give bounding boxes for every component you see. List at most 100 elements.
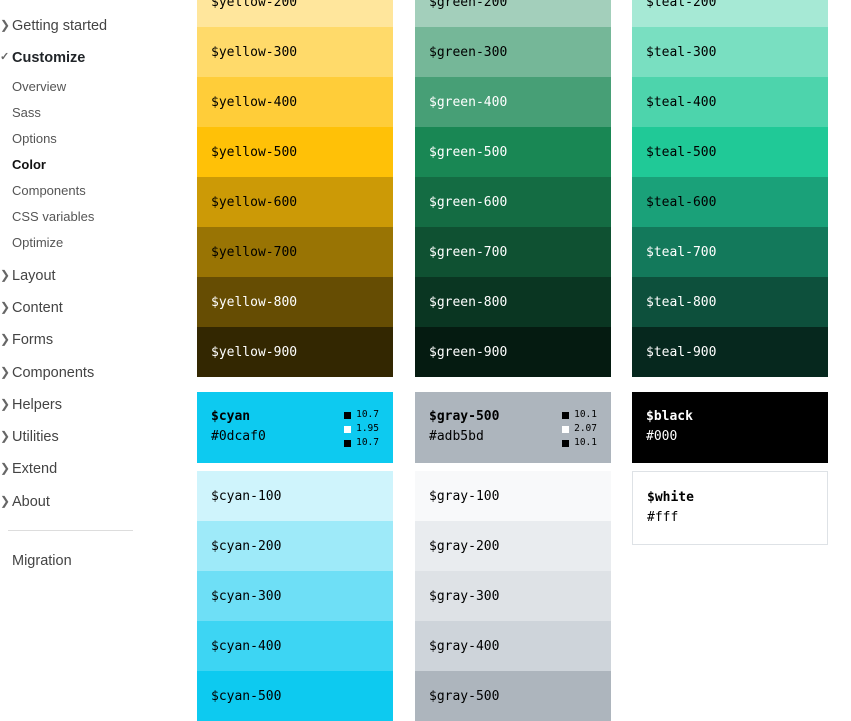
color-swatch: $cyan-400: [197, 621, 393, 671]
sidebar-group-label: Content: [12, 300, 63, 316]
color-swatch: $yellow-400: [197, 77, 393, 127]
sidebar-group-label: About: [12, 494, 50, 510]
sidebar-item-components[interactable]: Components: [12, 183, 86, 198]
color-swatch: $yellow-600: [197, 177, 393, 227]
color-swatch: $yellow-200: [197, 0, 393, 27]
color-swatch: $green-200: [415, 0, 611, 27]
sidebar-group-label: Forms: [12, 332, 54, 348]
white-square-icon: [562, 425, 570, 433]
contrast-value: 1.95: [356, 423, 379, 434]
color-swatch: $yellow-700: [197, 227, 393, 277]
white-name: $white: [647, 490, 694, 505]
sidebar-item-css-variables[interactable]: CSS variables: [12, 209, 94, 224]
swatch-column: $teal-200 $teal-300 $teal-400 $teal-500 $tea…: [632, 0, 828, 377]
color-swatch: $teal-200: [632, 0, 828, 27]
color-swatch: $green-500: [415, 127, 611, 177]
white-hex: #fff: [647, 510, 679, 525]
color-swatch: $teal-500: [632, 127, 828, 177]
color-swatch: $green-800: [415, 277, 611, 327]
color-swatch: $green-300: [415, 27, 611, 77]
sidebar-group-components[interactable]: ❯ Components: [0, 365, 95, 381]
color-swatch: $green-900: [415, 327, 611, 377]
color-swatch: $teal-800: [632, 277, 828, 327]
sidebar-item-optimize[interactable]: Optimize: [12, 235, 63, 250]
color-swatch: $green-600: [415, 177, 611, 227]
color-swatch: $yellow-800: [197, 277, 393, 327]
color-swatch: $gray-200: [415, 521, 611, 571]
color-swatch: $teal-600: [632, 177, 828, 227]
swatch-column: $yellow-200 $yellow-300 $yellow-400 $yellow…: [197, 0, 393, 377]
sidebar-group-label: Getting started: [12, 18, 108, 34]
sidebar-item-sass[interactable]: Sass: [12, 105, 41, 120]
contrast-ratio: 10.1: [562, 408, 597, 422]
color-swatch: $yellow-900: [197, 327, 393, 377]
sidebar-group-content[interactable]: ❯ Content: [0, 300, 63, 316]
sidebar-group-label: Utilities: [12, 429, 59, 445]
gray-scale: $gray-100 $gray-200 $gray-300 $gray-400 $gra…: [415, 471, 611, 721]
contrast-value: 10.1: [574, 409, 597, 420]
contrast-ratio: 10.7: [344, 436, 379, 450]
chevron-right-icon: ❯: [0, 429, 11, 443]
color-swatch: $gray-300: [415, 571, 611, 621]
color-swatch: $yellow-500: [197, 127, 393, 177]
contrast-ratio: 10.1: [562, 436, 597, 450]
chevron-right-icon: ❯: [0, 397, 11, 411]
color-swatch: $cyan-100: [197, 471, 393, 521]
black-hex: #000: [646, 429, 678, 444]
sidebar-group-layout[interactable]: ❯ Layout: [0, 268, 56, 284]
sidebar-group-forms[interactable]: ❯ Forms: [0, 332, 54, 348]
color-swatch: $gray-500: [415, 671, 611, 721]
swatch-column: $green-200 $green-300 $green-400 $green-500…: [415, 0, 611, 377]
chevron-right-icon: ❯: [0, 332, 11, 346]
sidebar-group-label: Customize: [12, 50, 86, 66]
color-swatch: $teal-300: [632, 27, 828, 77]
contrast-ratio: 2.07: [562, 422, 597, 436]
sidebar-group-customize[interactable]: ✓ Customize: [0, 50, 86, 66]
chevron-down-icon: ✓: [0, 51, 10, 63]
sidebar-item-overview[interactable]: Overview: [12, 79, 66, 94]
color-swatch: $teal-900: [632, 327, 828, 377]
color-swatch: $teal-700: [632, 227, 828, 277]
contrast-value: 10.7: [356, 437, 379, 448]
sidebar-group-label: Helpers: [12, 397, 62, 413]
sidebar-item-options[interactable]: Options: [12, 131, 57, 146]
contrast-value: 2.07: [574, 423, 597, 434]
gray-card: $gray-500 #adb5bd 10.1 2.07 10.1: [415, 392, 611, 463]
color-swatch: $green-400: [415, 77, 611, 127]
color-swatch: $cyan-500: [197, 671, 393, 721]
sidebar-group-label: Components: [12, 365, 95, 381]
sidebar-group-getting-started[interactable]: ❯ Getting started: [0, 18, 108, 34]
contrast-value: 10.7: [356, 409, 379, 420]
black-name: $black: [646, 409, 693, 424]
chevron-right-icon: ❯: [0, 18, 11, 32]
chevron-right-icon: ❯: [0, 268, 11, 282]
black-square-icon: [562, 439, 570, 447]
contrast-ratios: 10.7 1.95 10.7: [344, 408, 379, 450]
black-square-icon: [344, 439, 352, 447]
color-swatch: $cyan-300: [197, 571, 393, 621]
sidebar-group-about[interactable]: ❯ About: [0, 494, 50, 510]
contrast-value: 10.1: [574, 437, 597, 448]
sidebar-divider: [8, 530, 133, 531]
sidebar-group-label: Layout: [12, 268, 56, 284]
black-card: $black #000: [632, 392, 828, 463]
white-square-icon: [344, 425, 352, 433]
sidebar-group-utilities[interactable]: ❯ Utilities: [0, 429, 59, 445]
chevron-right-icon: ❯: [0, 365, 11, 379]
white-card: $white #fff: [632, 471, 828, 545]
chevron-right-icon: ❯: [0, 461, 11, 475]
sidebar-group-helpers[interactable]: ❯ Helpers: [0, 397, 62, 413]
sidebar-group-extend[interactable]: ❯ Extend: [0, 461, 58, 477]
black-square-icon: [344, 411, 352, 419]
black-square-icon: [562, 411, 570, 419]
chevron-right-icon: ❯: [0, 494, 11, 508]
contrast-ratio: 10.7: [344, 408, 379, 422]
color-swatch: $gray-400: [415, 621, 611, 671]
sidebar-item-color[interactable]: Color: [12, 157, 46, 172]
color-swatch: $gray-100: [415, 471, 611, 521]
color-swatch: $green-700: [415, 227, 611, 277]
contrast-ratio: 1.95: [344, 422, 379, 436]
color-swatch: $teal-400: [632, 77, 828, 127]
sidebar-item-migration[interactable]: Migration: [12, 553, 72, 569]
sidebar-group-label: Extend: [12, 461, 58, 477]
